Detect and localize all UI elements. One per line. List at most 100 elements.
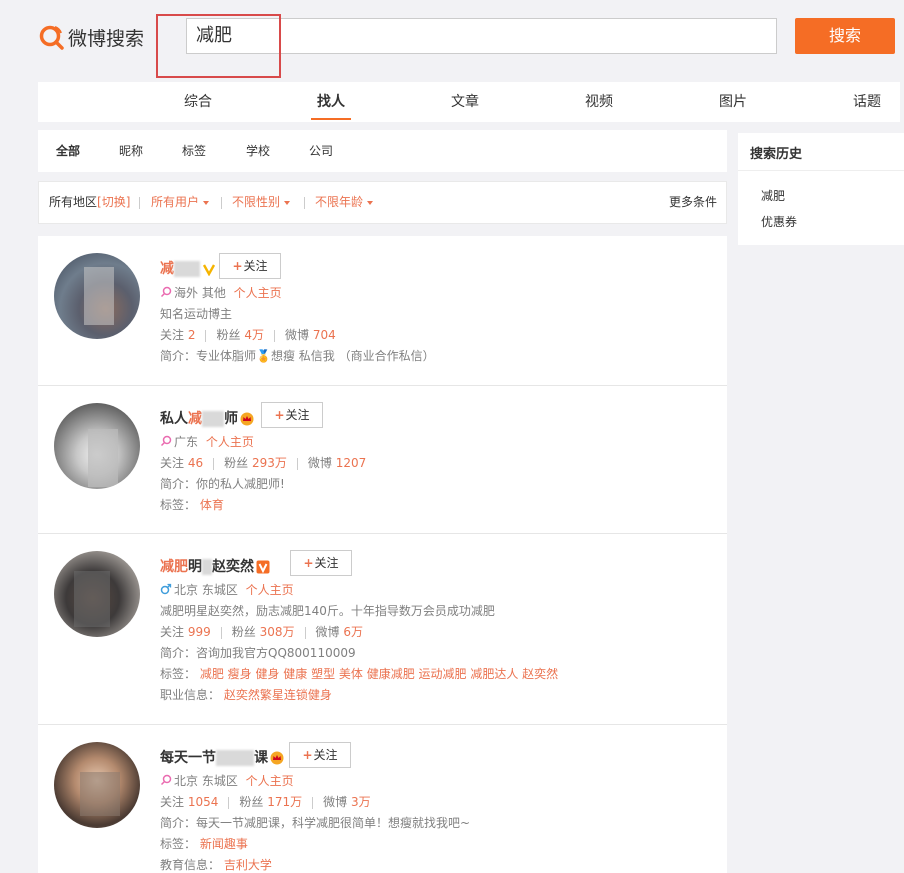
region-filter[interactable]: 所有地区[切换] xyxy=(49,182,130,223)
filter-divider xyxy=(304,197,305,209)
location-line: 广东 个人主页 xyxy=(160,433,254,450)
orange-verified-icon xyxy=(256,560,270,574)
user-name[interactable]: 减 xyxy=(160,258,216,278)
follow-button[interactable]: +关注 xyxy=(290,550,352,576)
weibo-count[interactable]: 704 xyxy=(313,328,336,342)
education-link[interactable]: 吉利大学 xyxy=(224,858,272,872)
location-line: 海外 其他 个人主页 xyxy=(160,284,282,301)
main-tabs: 综合 找人 文章 视频 图片 话题 xyxy=(38,82,900,122)
tags-line: 标签： 体育 xyxy=(160,498,224,512)
job-link[interactable]: 赵奕然繁星连锁健身 xyxy=(224,688,332,702)
follow-count[interactable]: 46 xyxy=(188,456,203,470)
stats-line: 关注 999 粉丝 308万 微博 6万 xyxy=(160,625,363,639)
plus-icon: + xyxy=(274,408,285,422)
user-name[interactable]: 私人减师 xyxy=(160,408,254,428)
avatar-mosaic xyxy=(88,429,118,487)
tab-videos[interactable]: 视频 xyxy=(585,82,613,122)
weibo-search-logo[interactable]: 微博搜索 xyxy=(38,22,144,52)
name-mosaic xyxy=(202,559,212,575)
follow-button[interactable]: +关注 xyxy=(219,253,281,279)
history-item[interactable]: 减肥 xyxy=(761,187,785,204)
tab-articles[interactable]: 文章 xyxy=(451,82,479,122)
more-conditions-link[interactable]: 更多条件 xyxy=(669,182,717,223)
user-card: 减 +关注 海外 其他 个人主页 知名运动博主 关注 2 粉丝 4万 微博 704 … xyxy=(38,236,727,386)
user-card: 私人减师 +关注 广东 个人主页 关注 46 粉丝 293万 微博 1207 简介：… xyxy=(38,386,727,534)
user-card: 减肥明 赵奕然 +关注 北京 东城区 个人主页 减肥明星赵奕然，励志减肥140斤。… xyxy=(38,534,727,725)
fans-count[interactable]: 308万 xyxy=(260,625,295,639)
fans-count[interactable]: 171万 xyxy=(267,795,302,809)
name-mosaic xyxy=(174,261,200,277)
name-mosaic xyxy=(202,411,224,427)
sub-tabs: 全部 昵称 标签 学校 公司 xyxy=(38,130,727,172)
stats-line: 关注 1054 粉丝 171万 微博 3万 xyxy=(160,795,371,809)
follow-button[interactable]: +关注 xyxy=(289,742,351,768)
tab-comprehensive[interactable]: 综合 xyxy=(184,82,212,122)
intro-line: 简介：咨询加我官方QQ800110009 xyxy=(160,646,356,660)
plus-icon: + xyxy=(232,259,243,273)
subtab-company[interactable]: 公司 xyxy=(309,130,333,172)
homepage-link[interactable]: 个人主页 xyxy=(246,774,294,788)
age-filter[interactable]: 不限年龄 xyxy=(315,182,374,223)
search-button[interactable]: 搜索 xyxy=(795,18,895,54)
tag-link[interactable]: 新闻趣事 xyxy=(200,837,248,851)
location-line: 北京 东城区 个人主页 xyxy=(160,581,294,598)
female-icon xyxy=(160,774,172,786)
filter-bar: 所有地区[切换] 所有用户 不限性别 不限年龄 更多条件 xyxy=(38,181,727,224)
tab-find-people[interactable]: 找人 xyxy=(311,82,351,122)
avatar[interactable] xyxy=(54,403,140,489)
user-card: 每天一节课 +关注 北京 东城区 个人主页 关注 1054 粉丝 171万 微博 3… xyxy=(38,725,727,873)
search-history-panel: 搜索历史 减肥 优惠券 xyxy=(738,133,904,245)
follow-count[interactable]: 1054 xyxy=(188,795,219,809)
user-name[interactable]: 每天一节课 xyxy=(160,747,284,767)
plus-icon: + xyxy=(302,748,313,762)
intro-line: 简介：每天一节减肥课，科学减肥很简单！想瘦就找我吧~ xyxy=(160,816,471,830)
female-icon xyxy=(160,435,172,447)
fans-count[interactable]: 4万 xyxy=(244,328,264,342)
follow-count[interactable]: 999 xyxy=(188,625,211,639)
weibo-count[interactable]: 6万 xyxy=(343,625,363,639)
follow-button[interactable]: +关注 xyxy=(261,402,323,428)
logo-text: 微博搜索 xyxy=(68,27,145,50)
tag-links[interactable]: 减肥 瘦身 健身 健康 塑型 美体 健康减肥 运动减肥 减肥达人 赵奕然 xyxy=(200,667,558,681)
tab-images[interactable]: 图片 xyxy=(719,82,747,122)
subtab-school[interactable]: 学校 xyxy=(246,130,270,172)
weibo-count[interactable]: 1207 xyxy=(336,456,367,470)
avatar[interactable] xyxy=(54,551,140,637)
magnifier-logo-icon xyxy=(39,25,64,50)
tag-link[interactable]: 体育 xyxy=(200,498,224,512)
name-mosaic xyxy=(216,750,254,766)
fans-count[interactable]: 293万 xyxy=(252,456,287,470)
caret-down-icon xyxy=(367,200,374,205)
stats-line: 关注 2 粉丝 4万 微博 704 xyxy=(160,328,336,342)
divider xyxy=(738,170,904,171)
weibo-count[interactable]: 3万 xyxy=(351,795,371,809)
filter-divider xyxy=(221,197,222,209)
gender-filter[interactable]: 不限性别 xyxy=(232,182,291,223)
avatar[interactable] xyxy=(54,742,140,828)
search-input[interactable]: 减肥 xyxy=(186,18,777,54)
follow-count[interactable]: 2 xyxy=(188,328,196,342)
user-name[interactable]: 减肥明 赵奕然 xyxy=(160,556,270,576)
subtab-all[interactable]: 全部 xyxy=(56,130,80,172)
homepage-link[interactable]: 个人主页 xyxy=(246,583,294,597)
avatar-mosaic xyxy=(74,571,110,627)
history-item[interactable]: 优惠券 xyxy=(761,213,797,230)
yellow-verified-icon xyxy=(202,264,216,276)
caret-down-icon xyxy=(203,200,210,205)
tags-line: 标签： 减肥 瘦身 健身 健康 塑型 美体 健康减肥 运动减肥 减肥达人 赵奕然 xyxy=(160,667,559,681)
region-switch-link[interactable]: [切换] xyxy=(97,195,130,209)
homepage-link[interactable]: 个人主页 xyxy=(234,286,282,300)
homepage-link[interactable]: 个人主页 xyxy=(206,435,254,449)
avatar-mosaic xyxy=(80,772,120,816)
user-type-filter[interactable]: 所有用户 xyxy=(151,182,210,223)
description: 减肥明星赵奕然，励志减肥140斤。十年指导数万会员成功减肥 xyxy=(160,604,495,618)
crown-badge-icon xyxy=(240,412,254,426)
education-line: 教育信息： 吉利大学 xyxy=(160,858,272,872)
plus-icon: + xyxy=(303,556,314,570)
avatar[interactable] xyxy=(54,253,140,339)
job-line: 职业信息： 赵奕然繁星连锁健身 xyxy=(160,688,332,702)
female-icon xyxy=(160,286,172,298)
subtab-tags[interactable]: 标签 xyxy=(182,130,206,172)
subtab-nickname[interactable]: 昵称 xyxy=(119,130,143,172)
tab-topics[interactable]: 话题 xyxy=(853,82,881,122)
